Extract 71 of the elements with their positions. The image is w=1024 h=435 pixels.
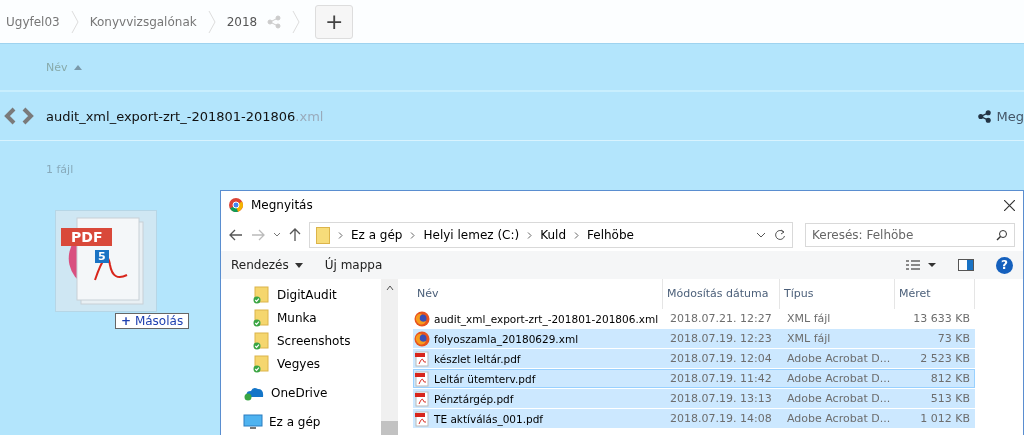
column-header[interactable]: Név	[413, 279, 663, 309]
refresh-icon[interactable]	[774, 229, 786, 241]
pdf-label: PDF	[61, 228, 113, 246]
file-row[interactable]: Pénztárgép.pdf 2018.07.19. 13:13 Adobe Acrobat D... 513 KB	[413, 389, 975, 408]
pdf-document-icon	[55, 210, 157, 312]
pdf-file-icon	[414, 350, 430, 367]
file-row[interactable]: folyoszamla_20180629.xml 2018.07.19. 12:23 XML fájl 73 KB	[413, 329, 975, 348]
file-row[interactable]: Leltár ütemterv.pdf 2018.07.19. 11:42 Adobe Acrobat D... 812 KB	[413, 369, 975, 388]
path-segment[interactable]: Felhöbe	[587, 228, 634, 242]
chevron-icon	[527, 231, 533, 239]
file-count: 1 fájl	[45, 162, 75, 176]
share-link[interactable]: Meg	[996, 108, 1024, 124]
column-header[interactable]: Módosítás dátuma	[663, 279, 780, 309]
file-row[interactable]: audit_xml_export-zrt_-201801-201806.xml 2018.07.21. 12:27 XML fájl 13 633 KB	[413, 309, 975, 328]
chevron-down-icon[interactable]	[756, 232, 766, 238]
breadcrumb-item[interactable]: Ugyfel03	[6, 14, 60, 29]
address-bar[interactable]: Ez a gép Helyi lemez (C:) Kuld Felhöbe	[309, 222, 793, 248]
chevron-icon	[410, 231, 416, 239]
computer-icon	[243, 413, 263, 430]
nav-item[interactable]: Vegyes	[253, 352, 381, 375]
nav-item[interactable]: DigitAudit	[253, 283, 381, 306]
pdf-file-icon	[414, 390, 430, 407]
path-segment[interactable]: Ez a gép	[351, 228, 403, 242]
scroll-up-icon[interactable]	[385, 285, 394, 291]
version-label: 5	[95, 250, 109, 263]
help-icon[interactable]: ?	[996, 256, 1013, 274]
view-options-icon[interactable]	[906, 260, 936, 270]
share-icon[interactable]	[977, 109, 991, 123]
column-header[interactable]: Méret	[895, 279, 975, 309]
copy-tooltip: + Másolás	[115, 313, 190, 329]
chevron-icon	[291, 8, 302, 35]
file-row[interactable]: készlet leltár.pdf 2018.07.19. 12:04 Adobe Acrobat D... 2 523 KB	[413, 349, 975, 368]
caret-icon	[294, 262, 303, 268]
search-field[interactable]: Keresés: Felhöbe	[805, 223, 1015, 247]
close-icon[interactable]	[1004, 199, 1015, 211]
nav-item[interactable]: Ez a gép	[243, 410, 381, 433]
folder-icon	[253, 308, 271, 327]
folder-icon	[253, 354, 271, 373]
scrollbar[interactable]	[381, 279, 398, 435]
chevron-down-icon[interactable]	[273, 232, 281, 238]
add-button[interactable]: +	[315, 4, 354, 39]
nav-item[interactable]: OneDrive	[243, 381, 381, 404]
search-icon	[996, 229, 1008, 241]
breadcrumb-item[interactable]: 2018	[226, 14, 258, 29]
path-segment[interactable]: Helyi lemez (C:)	[423, 228, 520, 242]
chevron-icon	[206, 8, 217, 35]
browser-icon	[414, 310, 430, 327]
folder-icon	[253, 285, 271, 304]
chevron-icon	[338, 231, 343, 239]
folder-icon	[253, 331, 271, 350]
chevron-icon	[574, 231, 579, 239]
new-folder-button[interactable]: Új mappa	[324, 258, 383, 272]
dialog-title: Megnyitás	[251, 198, 314, 212]
up-arrow-icon[interactable]	[289, 228, 301, 242]
preview-pane-icon[interactable]	[958, 259, 974, 271]
code-icon	[4, 107, 34, 125]
browser-icon	[414, 330, 430, 347]
nav-item[interactable]: Screenshots	[253, 329, 381, 352]
breadcrumb-item[interactable]: Konyvvizsgalónak	[89, 14, 197, 29]
chevron-icon	[69, 8, 80, 35]
browser-icon	[229, 198, 243, 212]
file-name[interactable]: audit_xml_export-zrt_-201801-201806.xml	[46, 108, 978, 124]
nav-item[interactable]: Munka	[253, 306, 381, 329]
back-arrow-icon[interactable]	[229, 229, 243, 241]
file-row[interactable]: TE aktíválás_001.pdf 2018.07.19. 14:08 Adobe Acrobat D... 1 012 KB	[413, 409, 975, 428]
folder-icon	[316, 226, 330, 244]
organize-button[interactable]: Rendezés	[231, 258, 303, 272]
column-header[interactable]: Típus	[780, 279, 895, 309]
pdf-file-icon	[414, 410, 430, 427]
pdf-file-icon	[414, 370, 430, 387]
path-segment[interactable]: Kuld	[540, 228, 566, 242]
